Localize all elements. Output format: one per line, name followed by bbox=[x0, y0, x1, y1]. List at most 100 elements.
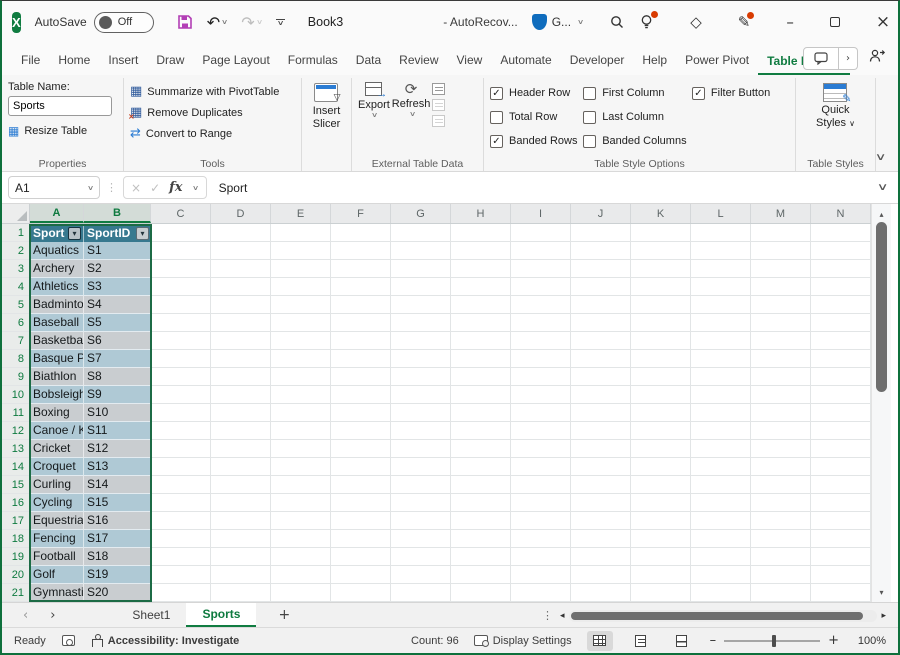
zoom-in-button[interactable]: + bbox=[828, 633, 839, 648]
name-box-dropdown-icon[interactable]: ∨ bbox=[87, 184, 94, 192]
cell-sportid[interactable]: S16 bbox=[84, 512, 151, 530]
cell-sportid[interactable]: S8 bbox=[84, 368, 151, 386]
accessibility-status[interactable]: Accessibility: Investigate bbox=[91, 634, 239, 647]
zoom-out-button[interactable]: – bbox=[710, 633, 717, 648]
autosave-toggle[interactable]: AutoSave Off bbox=[35, 12, 154, 33]
cell-sport[interactable]: Biathlon bbox=[30, 368, 84, 386]
table-row[interactable]: 6 Baseball S5 bbox=[2, 314, 871, 332]
empty-cells[interactable] bbox=[151, 404, 871, 422]
column-header-i[interactable]: I bbox=[511, 204, 571, 223]
option-banded-columns[interactable]: Banded Columns bbox=[583, 129, 692, 153]
column-header-b[interactable]: B bbox=[84, 204, 151, 223]
row-header[interactable]: 12 bbox=[2, 422, 30, 440]
empty-cells[interactable] bbox=[151, 422, 871, 440]
row-header[interactable]: 18 bbox=[2, 530, 30, 548]
checkbox-first-column[interactable] bbox=[583, 87, 596, 100]
table-row[interactable]: 2 Aquatics S1 bbox=[2, 242, 871, 260]
row-header[interactable]: 8 bbox=[2, 350, 30, 368]
filter-dropdown-sportid-icon[interactable]: ▾ bbox=[136, 227, 149, 240]
table-row[interactable]: 12 Canoe / Ka S11 bbox=[2, 422, 871, 440]
scroll-right-icon[interactable]: ▸ bbox=[881, 611, 886, 621]
cell-sport[interactable]: Equestria bbox=[30, 512, 84, 530]
undo-button[interactable]: ↶ ∨ bbox=[207, 13, 228, 32]
tab-page-layout[interactable]: Page Layout bbox=[193, 47, 278, 75]
table-row[interactable]: 18 Fencing S17 bbox=[2, 530, 871, 548]
cell-a1[interactable]: Sport ▾ bbox=[30, 224, 84, 242]
cell-sportid[interactable]: S19 bbox=[84, 566, 151, 584]
cell-sport[interactable]: Cycling bbox=[30, 494, 84, 512]
row-header[interactable]: 3 bbox=[2, 260, 30, 278]
cell-sport[interactable]: Aquatics bbox=[30, 242, 84, 260]
select-all-button[interactable] bbox=[2, 204, 30, 223]
cell-sportid[interactable]: S15 bbox=[84, 494, 151, 512]
redo-button[interactable]: ↷ ∨ bbox=[241, 13, 262, 32]
row-header-1[interactable]: 1 bbox=[2, 224, 30, 242]
checkbox-filter-button[interactable]: ✓ bbox=[692, 87, 705, 100]
scroll-left-icon[interactable]: ◂ bbox=[560, 611, 565, 621]
cell-sportid[interactable]: S2 bbox=[84, 260, 151, 278]
cell-sportid[interactable]: S7 bbox=[84, 350, 151, 368]
table-row[interactable]: 10 Bobsleigh S9 bbox=[2, 386, 871, 404]
table-row[interactable]: 19 Football S18 bbox=[2, 548, 871, 566]
tab-home[interactable]: Home bbox=[49, 47, 99, 75]
column-header-e[interactable]: E bbox=[271, 204, 331, 223]
table-row[interactable]: 7 Basketbal S6 bbox=[2, 332, 871, 350]
column-header-n[interactable]: N bbox=[811, 204, 871, 223]
tab-insert[interactable]: Insert bbox=[99, 47, 147, 75]
sheet-bar-more-icon[interactable]: ⋮ bbox=[542, 609, 553, 622]
customize-quick-access-button[interactable]: ∨ bbox=[276, 19, 285, 25]
data-range-properties-icon[interactable] bbox=[432, 83, 445, 95]
empty-cells[interactable] bbox=[151, 584, 871, 602]
horizontal-scroll-thumb[interactable] bbox=[571, 612, 864, 620]
premium-features-button[interactable]: ◇ bbox=[690, 15, 702, 30]
cell-sportid[interactable]: S14 bbox=[84, 476, 151, 494]
cell-sport[interactable]: Bobsleigh bbox=[30, 386, 84, 404]
option-first-column[interactable]: First Column bbox=[583, 81, 692, 105]
horizontal-scrollbar[interactable]: ◂ ▸ bbox=[560, 608, 886, 623]
empty-cells[interactable] bbox=[151, 332, 871, 350]
scroll-down-icon[interactable]: ▾ bbox=[879, 584, 883, 600]
row-header[interactable]: 9 bbox=[2, 368, 30, 386]
cell-sportid[interactable]: S9 bbox=[84, 386, 151, 404]
cell-sport[interactable]: Curling bbox=[30, 476, 84, 494]
remove-duplicates-button[interactable]: ▦× Remove Duplicates bbox=[130, 102, 295, 123]
empty-cells[interactable] bbox=[151, 296, 871, 314]
checkbox-banded-columns[interactable] bbox=[583, 135, 596, 148]
row-header[interactable]: 19 bbox=[2, 548, 30, 566]
tab-review[interactable]: Review bbox=[390, 47, 447, 75]
vertical-scrollbar[interactable]: ▴ ▾ bbox=[871, 204, 891, 602]
normal-view-button[interactable] bbox=[587, 631, 613, 651]
empty-cells[interactable] bbox=[151, 242, 871, 260]
row-header[interactable]: 2 bbox=[2, 242, 30, 260]
expand-formula-bar-icon[interactable]: ∨ bbox=[876, 182, 888, 193]
row-header[interactable]: 10 bbox=[2, 386, 30, 404]
cell-sport[interactable]: Basque Pe bbox=[30, 350, 84, 368]
macro-record-button[interactable] bbox=[62, 635, 75, 646]
table-row[interactable]: 21 Gymnasti S20 bbox=[2, 584, 871, 602]
cell-sportid[interactable]: S17 bbox=[84, 530, 151, 548]
empty-cells[interactable] bbox=[151, 350, 871, 368]
save-button[interactable] bbox=[177, 14, 193, 30]
tab-view[interactable]: View bbox=[448, 47, 492, 75]
column-header-j[interactable]: J bbox=[571, 204, 631, 223]
zoom-slider[interactable] bbox=[724, 640, 820, 642]
sheet-tab-sheet1[interactable]: Sheet1 bbox=[116, 603, 186, 627]
empty-cells[interactable] bbox=[151, 224, 871, 242]
zoom-slider-thumb[interactable] bbox=[772, 635, 776, 647]
table-row[interactable]: 14 Croquet S13 bbox=[2, 458, 871, 476]
cell-sport[interactable]: Badminto bbox=[30, 296, 84, 314]
sheet-nav-right-icon[interactable]: › bbox=[50, 608, 55, 623]
copilot-ideas-button[interactable] bbox=[639, 14, 654, 30]
tab-power-pivot[interactable]: Power Pivot bbox=[676, 47, 758, 75]
row-header[interactable]: 6 bbox=[2, 314, 30, 332]
cell-sport[interactable]: Athletics bbox=[30, 278, 84, 296]
table-row[interactable]: 13 Cricket S12 bbox=[2, 440, 871, 458]
table-row[interactable]: 3 Archery S2 bbox=[2, 260, 871, 278]
summarize-with-pivottable-button[interactable]: ▦ Summarize with PivotTable bbox=[130, 81, 295, 102]
empty-cells[interactable] bbox=[151, 494, 871, 512]
row-header[interactable]: 20 bbox=[2, 566, 30, 584]
empty-cells[interactable] bbox=[151, 476, 871, 494]
row-header[interactable]: 5 bbox=[2, 296, 30, 314]
empty-cells[interactable] bbox=[151, 512, 871, 530]
undo-dropdown-icon[interactable]: ∨ bbox=[221, 18, 228, 26]
